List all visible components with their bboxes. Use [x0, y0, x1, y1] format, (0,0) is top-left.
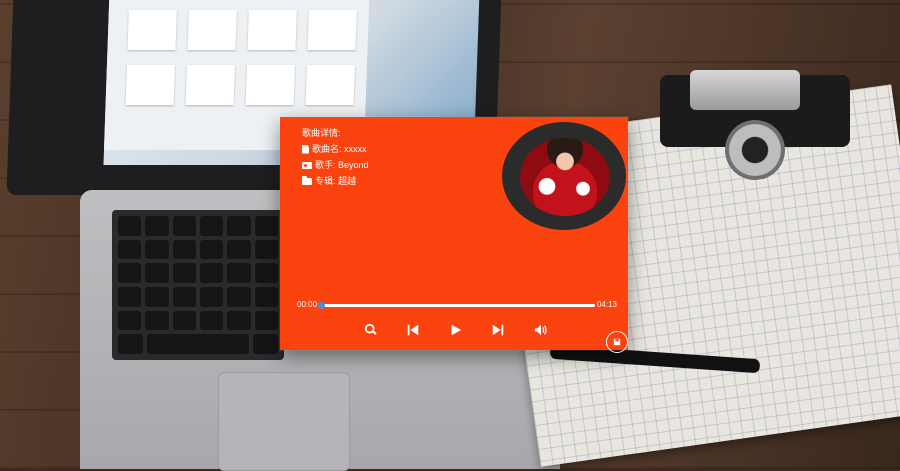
- music-player: 歌曲详情: 歌曲名: xxxxx 歌手: Beyond 专辑: 超越 00:00…: [280, 117, 628, 353]
- thumbnail: [187, 10, 237, 50]
- player-controls: [280, 319, 628, 341]
- previous-icon[interactable]: [406, 323, 420, 337]
- file-icon: [302, 144, 309, 154]
- album-text: 专辑: 超越: [315, 176, 357, 186]
- volume-icon[interactable]: [534, 323, 548, 337]
- thumbnail: [127, 10, 177, 50]
- thumbnail: [305, 65, 355, 105]
- album-row: 专辑: 超越: [302, 173, 369, 189]
- thumbnail: [307, 10, 357, 50]
- singer-text: 歌手: Beyond: [315, 160, 369, 170]
- total-time: 04:13: [596, 300, 617, 309]
- thumbnail: [245, 65, 295, 105]
- progress-track[interactable]: [319, 304, 595, 307]
- camera-lens: [725, 120, 785, 180]
- thumbnail: [185, 65, 235, 105]
- details-title: 歌曲详情:: [302, 125, 369, 141]
- id-card-icon: [302, 161, 312, 169]
- save-icon[interactable]: [606, 331, 628, 353]
- song-details: 歌曲详情: 歌曲名: xxxxx 歌手: Beyond 专辑: 超越: [302, 125, 369, 189]
- next-icon[interactable]: [491, 323, 505, 337]
- song-name-row: 歌曲名: xxxxx: [302, 141, 369, 157]
- album-disc: [502, 122, 626, 230]
- folder-icon: [302, 175, 312, 185]
- details-title-text: 歌曲详情:: [302, 128, 341, 138]
- trackpad: [218, 372, 350, 471]
- play-icon[interactable]: [449, 323, 463, 337]
- keyboard: [112, 210, 284, 360]
- camera-top: [690, 70, 800, 110]
- song-name-text: 歌曲名: xxxxx: [312, 144, 367, 154]
- album-cover-image: [520, 138, 610, 216]
- progress-knob[interactable]: [318, 302, 325, 309]
- thumbnail: [125, 65, 175, 105]
- search-icon[interactable]: [364, 323, 378, 337]
- progress-bar[interactable]: 00:00 04:13: [297, 298, 617, 310]
- singer-row: 歌手: Beyond: [302, 157, 369, 173]
- current-time: 00:00: [297, 300, 318, 309]
- thumbnail: [247, 10, 297, 50]
